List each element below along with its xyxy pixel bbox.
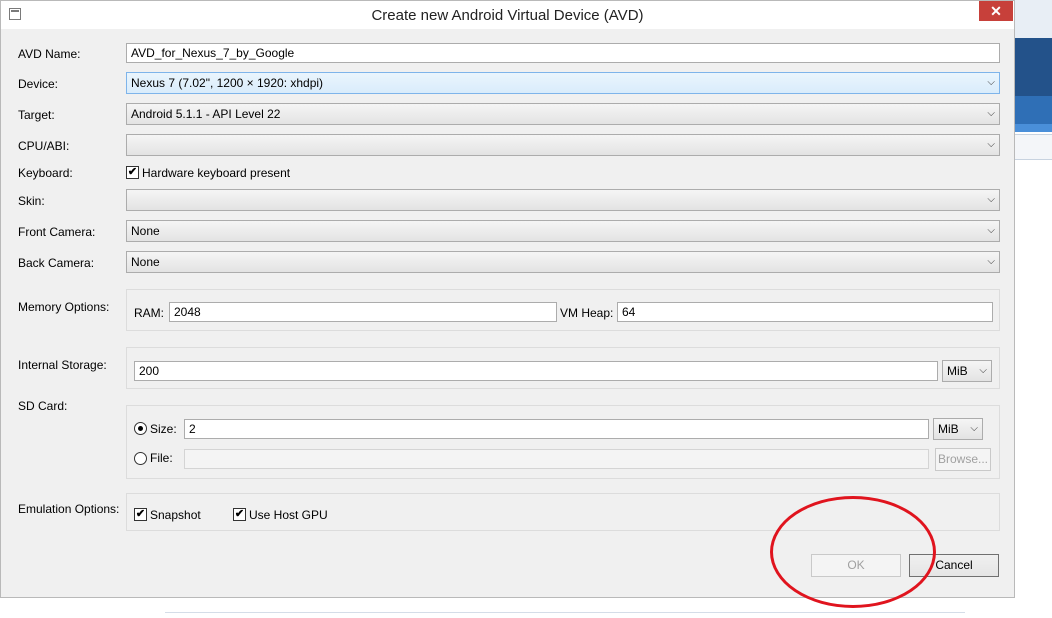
front-camera-select[interactable]: None ⌵ bbox=[126, 220, 1000, 242]
background-app bbox=[1015, 0, 1052, 618]
memory-options-label: Memory Options: bbox=[18, 300, 110, 314]
vm-heap-label: VM Heap: bbox=[560, 306, 614, 320]
browse-button[interactable]: Browse... bbox=[935, 448, 991, 471]
back-camera-value: None bbox=[131, 255, 160, 269]
red-circle-annotation bbox=[770, 496, 936, 608]
sd-size-radio[interactable] bbox=[134, 422, 147, 435]
device-select[interactable]: Nexus 7 (7.02", 1200 × 1920: xhdpi) ⌵ bbox=[126, 72, 1000, 94]
snapshot-label: Snapshot bbox=[150, 508, 201, 522]
sd-size-unit-select[interactable]: MiB ⌵ bbox=[933, 418, 983, 440]
chevron-down-icon: ⌵ bbox=[987, 108, 995, 119]
chevron-down-icon: ⌵ bbox=[987, 256, 995, 267]
ram-input[interactable]: 2048 bbox=[169, 302, 557, 322]
sd-card-label: SD Card: bbox=[18, 399, 68, 413]
background-panel bbox=[1015, 124, 1052, 132]
skin-label: Skin: bbox=[18, 194, 45, 208]
use-host-gpu-checkbox[interactable]: ✔ bbox=[233, 508, 246, 521]
background-panel bbox=[1015, 0, 1052, 38]
use-host-gpu-label: Use Host GPU bbox=[249, 508, 328, 522]
internal-storage-unit-select[interactable]: MiB ⌵ bbox=[942, 360, 992, 382]
target-select[interactable]: Android 5.1.1 - API Level 22 ⌵ bbox=[126, 103, 1000, 125]
avd-name-input[interactable]: AVD_for_Nexus_7_by_Google bbox=[126, 43, 1000, 63]
target-value: Android 5.1.1 - API Level 22 bbox=[131, 107, 281, 121]
sd-size-label: Size: bbox=[150, 422, 177, 436]
back-camera-label: Back Camera: bbox=[18, 256, 95, 270]
back-camera-select[interactable]: None ⌵ bbox=[126, 251, 1000, 273]
sd-file-label: File: bbox=[150, 451, 173, 465]
vm-heap-input[interactable]: 64 bbox=[617, 302, 993, 322]
cpu-abi-label: CPU/ABI: bbox=[18, 139, 70, 153]
target-label: Target: bbox=[18, 108, 55, 122]
cpu-abi-select[interactable]: ⌵ bbox=[126, 134, 1000, 156]
internal-storage-unit: MiB bbox=[947, 364, 968, 378]
keyboard-label: Keyboard: bbox=[18, 166, 73, 180]
background-panel bbox=[1015, 134, 1052, 160]
internal-storage-input[interactable]: 200 bbox=[134, 361, 938, 381]
sd-card-group: Size: 2 MiB ⌵ File: Browse... bbox=[126, 405, 1000, 479]
background-divider bbox=[165, 612, 965, 613]
chevron-down-icon: ⌵ bbox=[970, 423, 978, 434]
keyboard-checkbox-label: Hardware keyboard present bbox=[142, 166, 291, 180]
sd-file-input[interactable] bbox=[184, 449, 929, 469]
memory-options-group: RAM: 2048 VM Heap: 64 bbox=[126, 289, 1000, 331]
chevron-down-icon: ⌵ bbox=[987, 194, 995, 205]
avd-name-label: AVD Name: bbox=[18, 47, 81, 61]
sd-file-radio[interactable] bbox=[134, 452, 147, 465]
sd-size-input[interactable]: 2 bbox=[184, 419, 929, 439]
internal-storage-group: 200 MiB ⌵ bbox=[126, 347, 1000, 389]
title-bar: Create new Android Virtual Device (AVD) … bbox=[1, 1, 1014, 29]
window-title: Create new Android Virtual Device (AVD) bbox=[371, 7, 644, 24]
keyboard-checkbox[interactable]: ✔ bbox=[126, 166, 139, 179]
internal-storage-label: Internal Storage: bbox=[18, 358, 107, 372]
chevron-down-icon: ⌵ bbox=[987, 77, 995, 88]
sd-size-unit: MiB bbox=[938, 422, 959, 436]
chevron-down-icon: ⌵ bbox=[979, 365, 987, 376]
close-button[interactable]: ✕ bbox=[979, 1, 1013, 21]
background-panel bbox=[1015, 96, 1052, 124]
front-camera-value: None bbox=[131, 224, 160, 238]
emulation-options-label: Emulation Options: bbox=[18, 502, 120, 516]
skin-select[interactable]: ⌵ bbox=[126, 189, 1000, 211]
device-value: Nexus 7 (7.02", 1200 × 1920: xhdpi) bbox=[131, 76, 324, 90]
front-camera-label: Front Camera: bbox=[18, 225, 96, 239]
ram-label: RAM: bbox=[134, 306, 164, 320]
chevron-down-icon: ⌵ bbox=[987, 139, 995, 150]
chevron-down-icon: ⌵ bbox=[987, 225, 995, 236]
device-label: Device: bbox=[18, 77, 59, 91]
snapshot-checkbox[interactable]: ✔ bbox=[134, 508, 147, 521]
